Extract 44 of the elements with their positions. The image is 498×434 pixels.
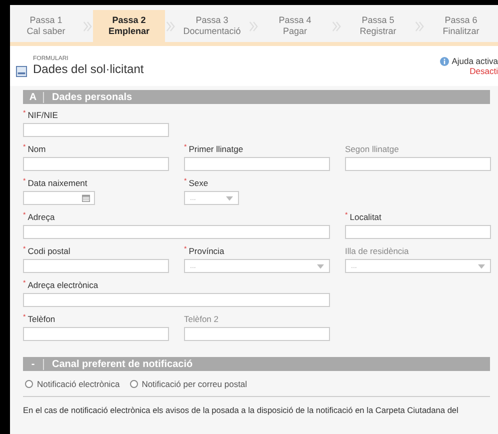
deactivate-link[interactable]: Desacti: [470, 66, 498, 76]
field-label: Província: [188, 246, 224, 257]
notice-text: En el cas de notificació electrònica els avisos de la posada a la disposició de la notificació en la Carpeta Ciutadana del: [23, 405, 460, 415]
input-field[interactable]: [23, 157, 169, 171]
input-field[interactable]: [23, 327, 169, 341]
calendar-icon: [82, 194, 90, 202]
radio-option[interactable]: Notificació per correu postal: [130, 379, 248, 389]
caret-icon: [317, 264, 324, 268]
field-label: Data naixement: [28, 178, 88, 189]
form-icon: [16, 66, 27, 76]
field-label: Sexe: [188, 178, 208, 189]
section-letter: -: [23, 358, 44, 370]
input-field[interactable]: [23, 293, 330, 307]
caret-icon: [226, 196, 233, 200]
field-label: Codi postal: [28, 246, 70, 257]
radio-option[interactable]: Notificació electrònica: [25, 379, 120, 389]
field-label: Localitat: [350, 212, 382, 223]
input-field[interactable]: [23, 123, 169, 137]
info-icon: [440, 56, 449, 66]
input-field[interactable]: [184, 157, 330, 171]
section-letter: A: [23, 92, 44, 102]
field-label: Telèfon 2: [184, 314, 218, 325]
input-field[interactable]: [345, 225, 491, 239]
chevron-icon: [83, 20, 92, 32]
field-label: Nom: [28, 144, 46, 155]
input-field[interactable]: [23, 225, 330, 239]
field-label: Adreça: [28, 212, 55, 223]
input-field[interactable]: [184, 327, 330, 341]
field-label: Primer llinatge: [188, 144, 244, 155]
form-title: Dades del sol·licitant: [33, 62, 144, 76]
field-label: Illa de residència: [345, 246, 409, 257]
help-label: Ajuda activa: [452, 56, 498, 66]
section-title: Canal preferent de notificació: [51, 358, 193, 370]
input-field[interactable]: [23, 259, 169, 273]
field-label: NIF/NIE: [28, 110, 58, 121]
step-tab[interactable]: Passa 2 Emplenar: [93, 10, 165, 42]
caret-icon: [478, 264, 485, 268]
field-label: Segon llinatge: [345, 144, 399, 155]
field-label: Adreça electrònica: [28, 280, 98, 291]
section-title: Dades personals: [51, 92, 132, 102]
chevron-icon: [166, 20, 175, 32]
date-field[interactable]: [23, 191, 95, 205]
input-field[interactable]: [345, 157, 491, 171]
field-label: Telèfon: [28, 314, 56, 325]
